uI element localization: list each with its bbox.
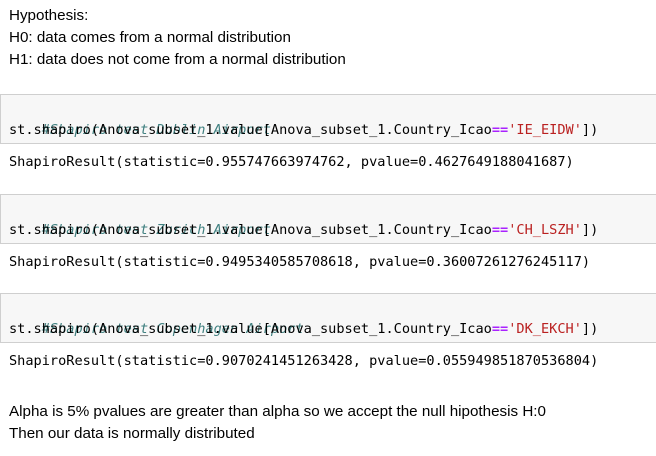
code-cell-zurich[interactable]: #Shapiro test Zurich Airport st.shapiro(… [0, 194, 656, 244]
code-operator: == [491, 321, 509, 337]
hypothesis-h1: H1: data does not come from a normal dis… [9, 51, 346, 68]
code-suffix: ]) [581, 122, 599, 138]
code-suffix: ]) [581, 222, 599, 238]
conclusion-line-2: Then our data is normally distributed [9, 425, 255, 442]
output-zurich: ShapiroResult(statistic=0.94953405857086… [9, 254, 591, 270]
code-statement: st.shapiro(Anova_subset_1.value[Anova_su… [9, 120, 598, 140]
code-prefix: st.shapiro(Anova_subset_1.value[Anova_su… [9, 122, 492, 138]
code-string: 'DK_EKCH' [508, 321, 582, 337]
hypothesis-markdown: Hypothesis: H0: data comes from a normal… [9, 5, 346, 71]
code-string: 'IE_EIDW' [508, 122, 582, 138]
code-cell-dublin[interactable]: #Shapiro test Dublin Airport st.shapiro(… [0, 94, 656, 144]
code-prefix: st.shapiro(Anova_subset_1.value[Anova_su… [9, 222, 492, 238]
code-suffix: ]) [581, 321, 599, 337]
code-operator: == [491, 122, 509, 138]
code-operator: == [491, 222, 509, 238]
conclusion-line-1: Alpha is 5% pvalues are greater than alp… [9, 403, 546, 420]
code-prefix: st.shapiro(Anova_subset_1.value[Anova_su… [9, 321, 492, 337]
code-cell-copenhagen[interactable]: #Shapiro test Copenhagen Airport st.shap… [0, 293, 656, 343]
code-string: 'CH_LSZH' [508, 222, 582, 238]
hypothesis-title: Hypothesis: [9, 7, 89, 24]
output-dublin: ShapiroResult(statistic=0.95574766397476… [9, 154, 574, 170]
conclusion-markdown: Alpha is 5% pvalues are greater than alp… [9, 401, 546, 445]
output-copenhagen: ShapiroResult(statistic=0.90702414512634… [9, 353, 599, 369]
code-statement: st.shapiro(Anova_subset_1.value[Anova_su… [9, 319, 598, 339]
hypothesis-h0: H0: data comes from a normal distributio… [9, 29, 291, 46]
code-statement: st.shapiro(Anova_subset_1.value[Anova_su… [9, 220, 598, 240]
